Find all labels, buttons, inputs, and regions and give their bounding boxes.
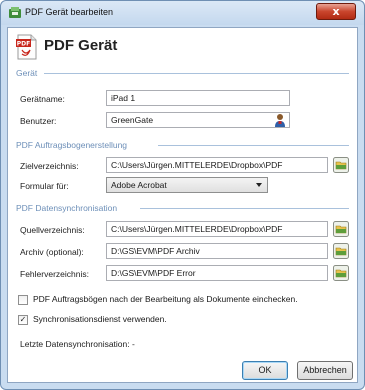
page-title: PDF Gerät [44, 37, 118, 54]
formular-label: Formular für: [20, 181, 69, 191]
benutzer-label: Benutzer: [20, 116, 57, 126]
close-button[interactable]: x [316, 3, 356, 20]
geraetname-input[interactable]: iPad 1 [106, 90, 290, 106]
svg-text:PDF: PDF [17, 41, 30, 48]
syncservice-checkbox[interactable]: ✓ [18, 315, 28, 325]
user-icon[interactable] [272, 112, 288, 128]
benutzer-input[interactable]: GreenGate [106, 112, 290, 128]
zielverzeichnis-label: Zielverzeichnis: [20, 161, 79, 171]
section-sync-label: PDF Datensynchronisation [16, 203, 122, 213]
section-divider [44, 73, 349, 74]
chevron-down-icon [256, 183, 262, 187]
window-title: PDF Gerät bearbeiten [25, 7, 114, 17]
checkin-checkbox[interactable] [18, 295, 28, 305]
dialog-window: PDF Gerät bearbeiten x PDF PDF Gerät Ger… [0, 0, 365, 390]
quellverzeichnis-input[interactable]: C:\Users\Jürgen.MITTELERDE\Dropbox\PDF [106, 221, 328, 237]
folder-icon[interactable] [333, 157, 349, 173]
fehlerverzeichnis-input[interactable]: D:\GS\EVM\PDF Error [106, 265, 328, 281]
pdf-document-icon: PDF [16, 34, 37, 60]
folder-icon[interactable] [333, 265, 349, 281]
syncservice-option[interactable]: ✓ Synchronisationsdienst verwenden. [18, 314, 353, 326]
syncservice-label: Synchronisationsdienst verwenden. [33, 314, 167, 324]
section-divider [140, 208, 349, 209]
archiv-label: Archiv (optional): [20, 247, 84, 257]
ok-button[interactable]: OK [242, 361, 288, 380]
app-icon [9, 7, 21, 18]
section-auftrag-label: PDF Auftragsbogenerstellung [16, 140, 132, 150]
formular-select[interactable]: Adobe Acrobat [106, 177, 268, 193]
last-sync-status: Letzte Datensynchronisation: - [20, 339, 135, 349]
section-geraet-label: Gerät [16, 68, 42, 78]
zielverzeichnis-input[interactable]: C:\Users\Jürgen.MITTELERDE\Dropbox\PDF [106, 157, 328, 173]
title-bar[interactable]: PDF Gerät bearbeiten x [1, 1, 364, 25]
dialog-content: PDF PDF Gerät Gerät Gerätname: iPad 1 Be… [7, 27, 358, 383]
fehlerverzeichnis-label: Fehlerverzeichnis: [20, 269, 89, 279]
checkin-label: PDF Auftragsbögen nach der Bearbeitung a… [33, 294, 298, 304]
archiv-input[interactable]: D:\GS\EVM\PDF Archiv [106, 243, 328, 259]
geraetname-label: Gerätname: [20, 94, 65, 104]
formular-selected-value: Adobe Acrobat [111, 180, 167, 190]
close-icon: x [332, 5, 340, 18]
quellverzeichnis-label: Quellverzeichnis: [20, 225, 85, 235]
folder-icon[interactable] [333, 221, 349, 237]
folder-icon[interactable] [333, 243, 349, 259]
section-divider [158, 145, 349, 146]
cancel-button[interactable]: Abbrechen [297, 361, 353, 380]
checkin-option[interactable]: PDF Auftragsbögen nach der Bearbeitung a… [18, 294, 353, 306]
